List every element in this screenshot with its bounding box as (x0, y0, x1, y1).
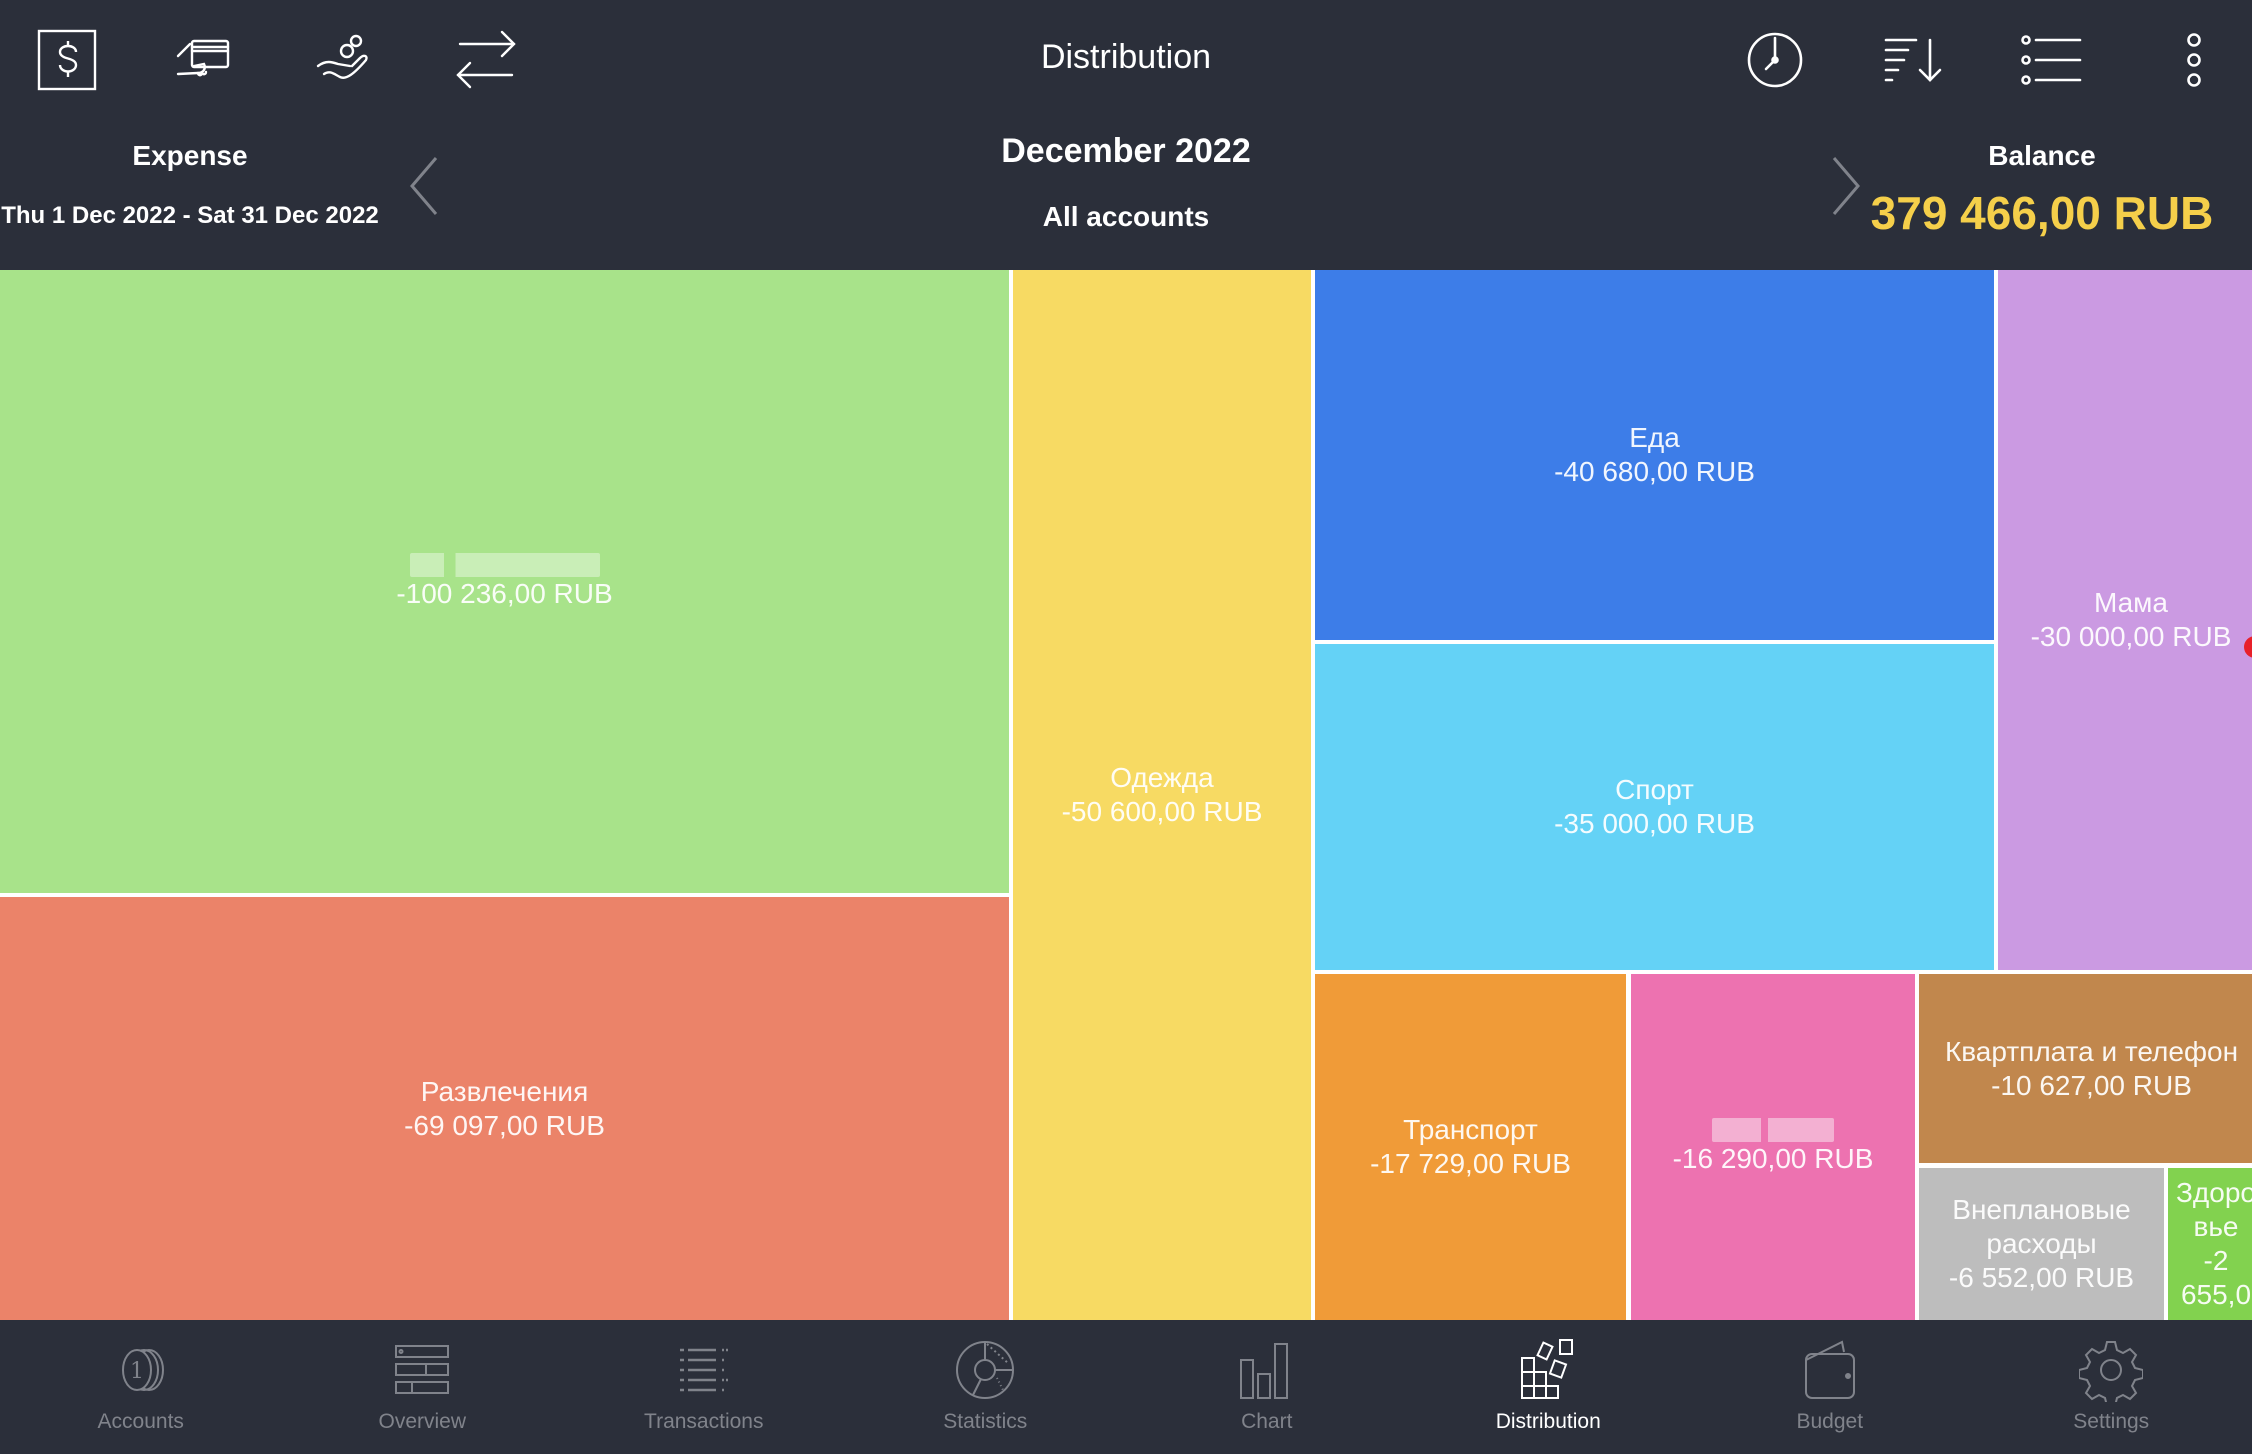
redacted-category-name (409, 552, 600, 577)
tile-amount: -69 097,00 RUB (404, 1109, 605, 1141)
treemap-tile[interactable]: Развлечения -69 097,00 RUB (0, 897, 1009, 1320)
tab-label: Chart (1241, 1410, 1293, 1433)
tile-amount: -100 236,00 RUB (396, 577, 613, 609)
tab-budget[interactable]: Budget (1689, 1320, 1971, 1454)
bottom-tab-bar: 1 Accounts Overview Transactions Statist… (0, 1320, 2252, 1454)
balance-value: 379 466,00 RUB (1870, 187, 2214, 239)
bar-chart-icon (1235, 1338, 1299, 1402)
tile-amount: 655,0 (2180, 1279, 2252, 1310)
treemap-tile[interactable]: Здоро вье -2 655,0 (2168, 1168, 2252, 1320)
tile-name: Внеплановые (1952, 1194, 2131, 1225)
redacted-category-name (1712, 1118, 1834, 1142)
tile-amount: -16 290,00 RUB (1672, 1143, 1874, 1174)
tile-name: Транспорт (1403, 1114, 1538, 1145)
tab-label: Budget (1796, 1410, 1864, 1433)
tab-distribution[interactable]: Distribution (1408, 1320, 1690, 1454)
tile-amount: -17 729,00 RUB (1370, 1148, 1571, 1179)
treemap-tile[interactable]: Транспорт -17 729,00 RUB (1315, 974, 1626, 1320)
tile-name: Еда (1629, 422, 1680, 453)
more-vertical-icon[interactable] (2158, 24, 2230, 96)
treemap-tile[interactable]: Квартплата и телефон -10 627,00 RUB (1919, 974, 2252, 1163)
tab-chart[interactable]: Chart (1126, 1320, 1408, 1454)
coins-icon: 1 (109, 1338, 173, 1402)
tab-transactions[interactable]: Transactions (563, 1320, 845, 1454)
tab-label: Settings (2073, 1410, 2150, 1433)
wallet-icon (1798, 1338, 1862, 1402)
tab-settings[interactable]: Settings (1971, 1320, 2252, 1454)
tile-name: Спорт (1615, 774, 1694, 805)
treemap-tile[interactable]: -100 236,00 RUB (0, 270, 1009, 893)
transactions-list-icon (672, 1338, 736, 1402)
tab-overview[interactable]: Overview (282, 1320, 564, 1454)
svg-text:1: 1 (130, 1359, 144, 1384)
tile-name: вье (2193, 1211, 2239, 1242)
treemap-tile[interactable]: Мама -30 000,00 RUB (1998, 270, 2252, 970)
tile-amount: -50 600,00 RUB (1061, 796, 1263, 827)
treemap-tile[interactable]: Еда -40 680,00 RUB (1315, 270, 1994, 640)
tile-amount: -6 552,00 RUB (1948, 1262, 2135, 1293)
tab-label: Distribution (1495, 1410, 1601, 1433)
distribution-treemap: -100 236,00 RUB Развлечения -69 097,00 R… (0, 270, 2252, 1320)
page-title-text: Distribution (1040, 38, 1212, 76)
tab-statistics[interactable]: Statistics (845, 1320, 1127, 1454)
tab-label: Statistics (943, 1410, 1028, 1433)
tab-label: Transactions (644, 1410, 764, 1433)
tab-label: Overview (378, 1410, 467, 1433)
tile-amount: -35 000,00 RUB (1554, 808, 1755, 839)
tile-amount: -30 000,00 RUB (2030, 621, 2232, 652)
tile-name: Здоро (2176, 1177, 2252, 1208)
clock-icon[interactable] (1739, 24, 1811, 96)
treemap-tile[interactable]: Спорт -35 000,00 RUB (1315, 644, 1994, 970)
tile-amount: -2 (2203, 1245, 2229, 1276)
tile-name: расходы (1986, 1228, 2097, 1259)
treemap-tile[interactable]: -16 290,00 RUB (1631, 974, 1915, 1320)
balance: Balance 379 466,00 RUB (1832, 140, 2252, 240)
tab-accounts[interactable]: 1 Accounts (0, 1320, 282, 1454)
treemap-tile[interactable]: Одежда -50 600,00 RUB (1013, 270, 1311, 1320)
tile-amount: -40 680,00 RUB (1554, 456, 1755, 487)
treemap-tile[interactable]: Внеплановые расходы -6 552,00 RUB (1919, 1168, 2164, 1320)
tile-amount: -10 627,00 RUB (1991, 1069, 2192, 1101)
tab-label: Accounts (97, 1410, 184, 1433)
distribution-icon (1516, 1338, 1580, 1402)
tile-name: Мама (2093, 587, 2169, 618)
top-bar: Distribution Expense Thu 1 Dec 2022 - Sa… (0, 0, 2252, 270)
gear-icon (2078, 1338, 2145, 1407)
sort-descending-icon[interactable] (1876, 24, 1948, 96)
tile-name: Одежда (1110, 762, 1214, 793)
balance-label: Balance (1988, 140, 2096, 171)
tile-name: Развлечения (420, 1075, 589, 1107)
list-icon[interactable] (2014, 24, 2086, 96)
pie-chart-icon (953, 1338, 1017, 1402)
tile-name: Квартплата и телефон (1944, 1035, 2239, 1067)
overview-icon (390, 1338, 454, 1402)
